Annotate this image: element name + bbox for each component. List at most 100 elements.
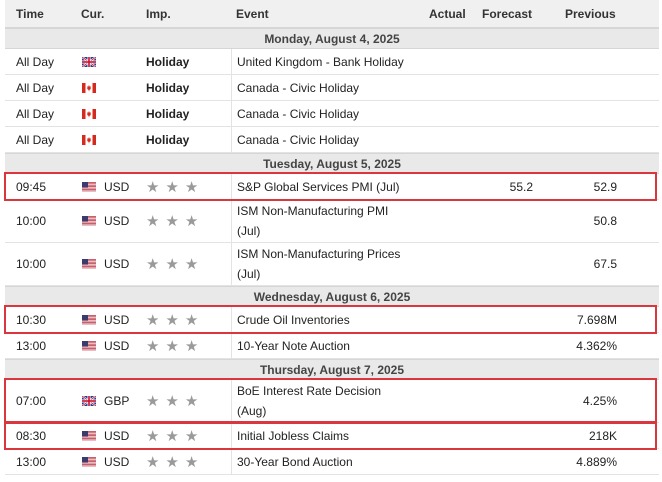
event-name-text[interactable]: ISM Non-Manufacturing Prices (Jul) (237, 244, 411, 284)
event-actual (415, 49, 475, 74)
event-currency: GBP (104, 394, 130, 408)
star-icon: ★ (146, 256, 160, 273)
event-name-text[interactable]: Crude Oil Inventories (237, 310, 350, 330)
economic-calendar: Time Cur. Imp. Event Actual Forecast Pre… (5, 0, 659, 475)
canada-flag-icon (82, 101, 98, 126)
event-name-text[interactable]: Initial Jobless Claims (237, 426, 349, 446)
event-actual (415, 127, 475, 152)
star-icon: ★ (146, 337, 160, 355)
holiday-label: Holiday (146, 80, 190, 95)
event-name-text[interactable]: 30-Year Bond Auction (237, 452, 353, 472)
star-icon: ★ (184, 427, 199, 445)
table-row[interactable]: 10:30 USD ★ ★ ★ Crude Oil Inventories 7.698M (5, 307, 659, 333)
event-previous: 4.25% (582, 394, 617, 408)
event-name[interactable]: United Kingdom - Bank Holiday (231, 49, 411, 74)
date-header: Thursday, August 7, 2025 (5, 359, 659, 380)
col-event[interactable]: Event (236, 7, 269, 21)
event-forecast: 55.2 (509, 179, 533, 194)
event-currency: USD (104, 454, 130, 469)
col-forecast[interactable]: Forecast (482, 7, 532, 21)
table-row[interactable]: 08:30 USD ★ ★ ★ Initial Jobless Claims 218K (5, 423, 659, 449)
event-forecast (475, 200, 533, 242)
star-icon: ★ (184, 311, 199, 329)
event-actual (415, 174, 475, 199)
star-icon: ★ (184, 337, 199, 355)
event-name-text[interactable]: Canada - Civic Holiday (237, 78, 359, 98)
holiday-label: Holiday (146, 106, 190, 121)
event-actual (415, 307, 475, 332)
event-actual (415, 200, 475, 242)
event-actual (415, 243, 475, 285)
event-name-text[interactable]: Canada - Civic Holiday (237, 130, 359, 150)
star-icon: ★ (146, 213, 160, 230)
event-actual (415, 380, 475, 422)
date-header: Tuesday, August 5, 2025 (5, 153, 659, 174)
table-row[interactable]: 10:00 USD ★ ★ ★ ISM Non-Manufacturing Prices … (5, 243, 659, 286)
event-name[interactable]: S&P Global Services PMI (Jul) (231, 174, 411, 199)
table-row[interactable]: 13:00 USD ★ ★ ★ 10-Year Note Auction 4.362% (5, 333, 659, 359)
event-name[interactable]: BoE Interest Rate Decision (Aug) (231, 380, 411, 422)
table-row[interactable]: 10:00 USD ★ ★ ★ ISM Non-Manufacturing PMI (Ju… (5, 200, 659, 243)
event-name[interactable]: 10-Year Note Auction (231, 333, 411, 358)
event-forecast (475, 243, 533, 285)
table-row[interactable]: 09:45 USD ★ ★ ★ S&P Global Services PMI (Jul)… (5, 174, 659, 200)
event-forecast (475, 423, 533, 448)
col-currency[interactable]: Cur. (81, 7, 104, 21)
event-importance: ★ ★ ★ (146, 423, 230, 448)
event-forecast (475, 333, 533, 358)
event-actual (415, 75, 475, 100)
us-flag-icon (82, 333, 98, 358)
date-header: Wednesday, August 6, 2025 (5, 286, 659, 307)
event-currency: USD (104, 214, 130, 228)
event-currency (104, 49, 144, 74)
table-row[interactable]: All Day Holiday Canada - Civic Holiday (5, 101, 659, 127)
event-importance: Holiday (146, 101, 230, 126)
event-previous (545, 75, 617, 100)
event-previous (545, 49, 617, 74)
event-forecast (475, 307, 533, 332)
col-actual[interactable]: Actual (429, 7, 466, 21)
col-previous[interactable]: Previous (565, 7, 616, 21)
star-icon: ★ (165, 427, 179, 445)
event-time: 13:00 (16, 454, 47, 469)
star-icon: ★ (184, 213, 199, 230)
table-row[interactable]: All Day Holiday Canada - Civic Holiday (5, 75, 659, 101)
event-name-text[interactable]: United Kingdom - Bank Holiday (237, 52, 404, 72)
event-name[interactable]: Canada - Civic Holiday (231, 75, 411, 100)
event-name[interactable]: 30-Year Bond Auction (231, 449, 411, 474)
event-previous (545, 101, 617, 126)
event-time: All Day (16, 132, 55, 147)
event-name-text[interactable]: BoE Interest Rate Decision (Aug) (237, 381, 411, 421)
star-icon: ★ (165, 453, 179, 471)
date-header: Monday, August 4, 2025 (5, 28, 659, 49)
event-time: 09:45 (16, 179, 47, 194)
event-name-text[interactable]: 10-Year Note Auction (237, 336, 350, 356)
event-importance: Holiday (146, 127, 230, 152)
event-name[interactable]: ISM Non-Manufacturing Prices (Jul) (231, 243, 411, 285)
table-row[interactable]: 13:00 USD ★ ★ ★ 30-Year Bond Auction 4.889% (5, 449, 659, 475)
uk-flag-icon (82, 49, 98, 74)
event-actual (415, 449, 475, 474)
event-name[interactable]: Initial Jobless Claims (231, 423, 411, 448)
event-name[interactable]: Crude Oil Inventories (231, 307, 411, 332)
star-icon: ★ (165, 311, 179, 329)
event-name-text[interactable]: ISM Non-Manufacturing PMI (Jul) (237, 201, 411, 241)
event-name[interactable]: ISM Non-Manufacturing PMI (Jul) (231, 200, 411, 242)
table-row[interactable]: All Day Holiday United Kingdom - Bank Holi… (5, 49, 659, 75)
table-row[interactable]: 07:00 GBP ★ ★ ★ BoE Interest Rate Decision (A… (5, 380, 659, 423)
event-name[interactable]: Canada - Civic Holiday (231, 101, 411, 126)
event-forecast (475, 49, 533, 74)
event-name-text[interactable]: S&P Global Services PMI (Jul) (237, 177, 400, 197)
event-currency (104, 101, 144, 126)
star-icon: ★ (184, 178, 199, 196)
event-time: All Day (16, 80, 55, 95)
event-importance: ★ ★ ★ (146, 333, 230, 358)
col-time[interactable]: Time (16, 7, 44, 21)
table-row[interactable]: All Day Holiday Canada - Civic Holiday (5, 127, 659, 153)
event-name-text[interactable]: Canada - Civic Holiday (237, 104, 359, 124)
event-name[interactable]: Canada - Civic Holiday (231, 127, 411, 152)
event-time: 08:30 (16, 428, 47, 443)
col-importance[interactable]: Imp. (146, 7, 171, 21)
event-previous: 67.5 (593, 257, 617, 271)
star-icon: ★ (146, 178, 160, 196)
